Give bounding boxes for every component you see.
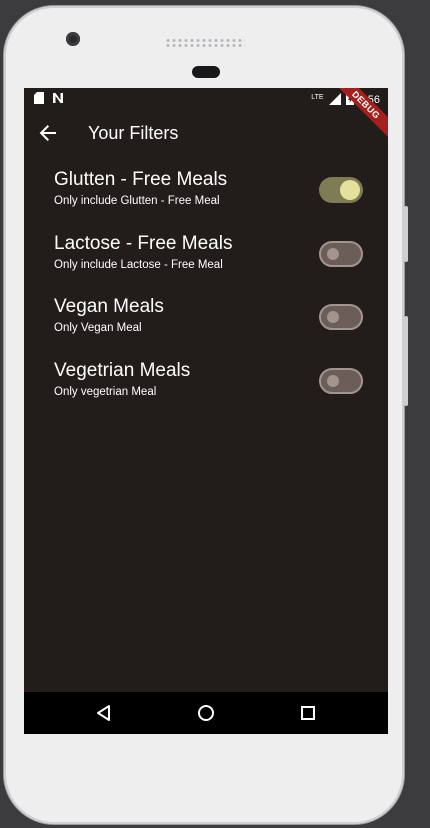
filter-subtitle: Only vegetrian Meal — [54, 386, 157, 398]
app-screen: LTE 5:56 DEBUG Your Filters Glutten - Fr… — [24, 88, 388, 734]
filter-row-vegetarian[interactable]: Vegetrian Meals Only vegetrian Meal — [24, 359, 388, 415]
status-bar: LTE 5:56 DEBUG — [24, 88, 388, 144]
filter-row-lactose-free[interactable]: Lactose - Free Meals Only include Lactos… — [24, 232, 388, 288]
arrow-back-icon — [39, 125, 56, 141]
switch-thumb — [327, 311, 339, 323]
earpiece-speaker — [165, 38, 245, 48]
filter-subtitle: Only Vegan Meal — [54, 322, 142, 334]
network-type-label: LTE — [311, 93, 324, 101]
lactose-free-switch[interactable] — [319, 241, 363, 267]
page-title: Your Filters — [88, 123, 179, 143]
switch-thumb — [327, 248, 339, 260]
power-button — [404, 206, 408, 262]
nav-back-button[interactable] — [94, 703, 114, 723]
system-nav-bar — [24, 692, 388, 734]
filter-title: Vegetrian Meals — [54, 360, 191, 381]
filter-subtitle: Only include Lactose - Free Meal — [54, 259, 223, 271]
back-button[interactable] — [38, 123, 58, 143]
filter-title: Glutten - Free Meals — [54, 169, 228, 190]
sd-card-icon — [34, 92, 44, 107]
filter-row-gluten-free[interactable]: Glutten - Free Meals Only include Glutte… — [24, 168, 388, 224]
recents-square-icon — [301, 706, 315, 720]
filter-subtitle: Only include Glutten - Free Meal — [54, 195, 220, 207]
home-circle-icon — [198, 705, 214, 721]
vegetarian-switch[interactable] — [319, 368, 363, 394]
filter-title: Vegan Meals — [54, 296, 164, 317]
gluten-free-switch[interactable] — [319, 177, 363, 203]
back-triangle-icon — [97, 705, 110, 721]
signal-icon — [328, 92, 341, 108]
filter-row-vegan[interactable]: Vegan Meals Only Vegan Meal — [24, 295, 388, 351]
notification-n-icon — [52, 92, 64, 107]
front-camera — [66, 32, 80, 46]
nav-recents-button[interactable] — [298, 703, 318, 723]
switch-thumb — [340, 180, 360, 200]
switch-thumb — [327, 375, 339, 387]
volume-button — [404, 316, 408, 406]
nav-home-button[interactable] — [196, 703, 216, 723]
filter-title: Lactose - Free Meals — [54, 233, 233, 254]
app-bar: Your Filters — [24, 110, 388, 156]
vegan-switch[interactable] — [319, 304, 363, 330]
proximity-sensor — [192, 66, 220, 78]
